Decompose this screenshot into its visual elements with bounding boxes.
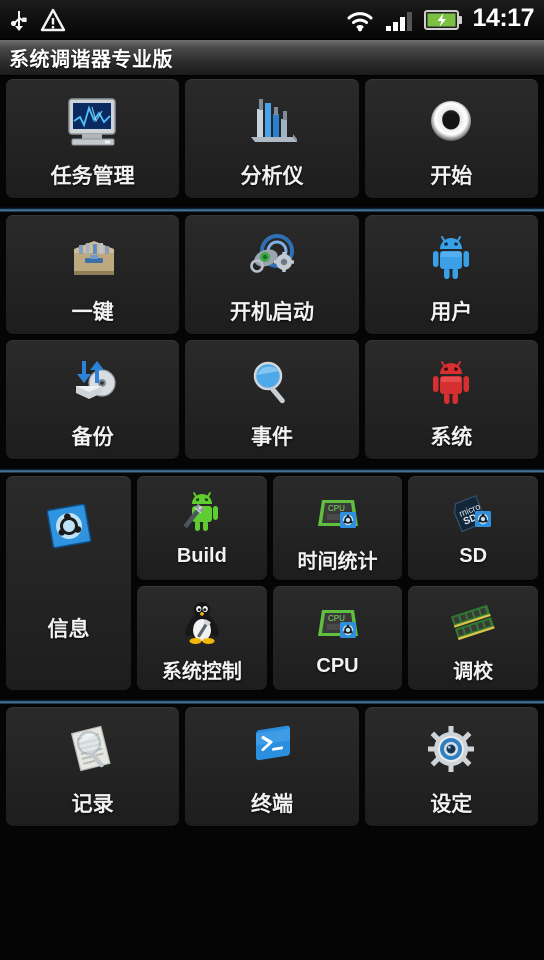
tile-label: 分析仪 xyxy=(240,165,304,188)
tile-grid: 任务管理 分析仪 开始 一键 开机启动 用户 备份 事件 系统 信息 Build… xyxy=(0,76,544,832)
tile-group-4: 记录 终端 设定 xyxy=(0,704,544,832)
tile-label: 任务管理 xyxy=(50,165,135,188)
wifi-icon xyxy=(344,7,376,33)
tile-events[interactable]: 事件 xyxy=(185,340,359,459)
app-root: 14:17 系统调谐器专业版 任务管理 分析仪 开始 一键 开机启动 用户 备份… xyxy=(0,0,544,960)
cpu-chip-icon: CPU xyxy=(311,487,365,539)
tile-row: 备份 事件 系统 xyxy=(0,340,544,465)
tile-label: 开始 xyxy=(430,165,473,188)
android-blue-icon xyxy=(420,228,482,290)
tile-row-group: 信息 Build CPU 时间统计 micro SD SD 系统控制 CPU C… xyxy=(0,476,544,696)
status-bar-right-icons: 14:17 xyxy=(344,4,535,33)
status-bar-clock: 14:17 xyxy=(472,4,535,32)
svg-text:CPU: CPU xyxy=(328,614,345,623)
magnifier-blue-icon xyxy=(241,353,303,415)
tile-label: SD xyxy=(459,545,488,567)
terminal-prompt-icon xyxy=(241,720,303,782)
tile-row: Build CPU 时间统计 micro SD SD xyxy=(137,476,539,580)
tile-terminal[interactable]: 终端 xyxy=(185,707,359,826)
tile-row: 记录 终端 设定 xyxy=(0,707,544,832)
tile-subgrid: Build CPU 时间统计 micro SD SD 系统控制 CPU CPU … xyxy=(137,476,539,690)
tile-row: 任务管理 分析仪 开始 xyxy=(0,79,544,204)
tile-label: 调校 xyxy=(453,661,494,683)
tile-group-2: 一键 开机启动 用户 备份 事件 系统 xyxy=(0,212,544,465)
tile-system-control[interactable]: 系统控制 xyxy=(137,586,267,690)
tile-user[interactable]: 用户 xyxy=(364,215,538,334)
tile-info[interactable]: 信息 xyxy=(6,476,131,690)
tile-label: 一键 xyxy=(71,301,114,324)
tile-label: 时间统计 xyxy=(297,551,378,573)
status-bar-left-icons xyxy=(8,7,66,33)
android-red-icon xyxy=(420,353,482,415)
toolbox-icon xyxy=(62,228,124,290)
cpu-chip-icon: CPU xyxy=(311,597,365,649)
tile-one-key[interactable]: 一键 xyxy=(6,215,180,334)
warning-triangle-icon xyxy=(40,7,66,33)
tile-logs[interactable]: 记录 xyxy=(6,707,180,826)
ram-modules-icon xyxy=(446,597,500,649)
signal-bars-icon xyxy=(385,7,415,33)
document-magnifier-icon xyxy=(62,720,124,782)
tile-tuning[interactable]: 调校 xyxy=(408,586,539,690)
tile-label: 用户 xyxy=(430,301,473,324)
tile-analyzer[interactable]: 分析仪 xyxy=(185,79,359,198)
tile-boot-start[interactable]: 开机启动 xyxy=(185,215,359,334)
tile-label: Build xyxy=(176,545,227,567)
tile-label: 系统控制 xyxy=(161,661,242,683)
status-bar: 14:17 xyxy=(0,0,544,40)
tile-label: 备份 xyxy=(71,426,114,449)
tux-penguin-icon xyxy=(175,597,229,649)
tile-label: 终端 xyxy=(250,793,293,816)
battery-charging-icon xyxy=(423,8,464,32)
app-title: 系统调谐器专业版 xyxy=(9,49,173,71)
tile-label: 开机启动 xyxy=(229,301,314,324)
tile-label: CPU xyxy=(316,655,359,677)
tile-start[interactable]: 开始 xyxy=(364,79,538,198)
tile-settings[interactable]: 设定 xyxy=(364,707,538,826)
monitor-waveform-icon xyxy=(62,92,124,154)
power-ring-icon xyxy=(420,92,482,154)
microsd-card-icon: micro SD xyxy=(446,487,500,539)
tile-group-1: 任务管理 分析仪 开始 xyxy=(0,76,544,204)
tile-group-3: 信息 Build CPU 时间统计 micro SD SD 系统控制 CPU C… xyxy=(0,473,544,696)
tile-label: 事件 xyxy=(250,426,293,449)
tile-label: 信息 xyxy=(47,618,90,641)
title-bar: 系统调谐器专业版 xyxy=(0,40,544,76)
tile-task-manager[interactable]: 任务管理 xyxy=(6,79,180,198)
tile-sd[interactable]: micro SD SD xyxy=(408,476,539,580)
disk-backup-icon xyxy=(62,353,124,415)
tile-build[interactable]: Build xyxy=(137,476,267,580)
tile-label: 系统 xyxy=(430,426,473,449)
tile-label: 记录 xyxy=(71,793,114,816)
bar-chart-icon xyxy=(241,92,303,154)
tile-cpu[interactable]: CPU CPU xyxy=(272,586,403,690)
tile-time-stats[interactable]: CPU 时间统计 xyxy=(272,476,403,580)
tile-backup[interactable]: 备份 xyxy=(6,340,180,459)
android-wrench-icon xyxy=(175,487,229,539)
tile-system[interactable]: 系统 xyxy=(364,340,538,459)
ubuntu-blue-square-icon xyxy=(38,499,100,557)
tile-label: 设定 xyxy=(430,793,473,816)
gear-eye-icon xyxy=(420,720,482,782)
svg-text:CPU: CPU xyxy=(328,504,345,513)
tile-row: 一键 开机启动 用户 xyxy=(0,215,544,340)
usb-icon xyxy=(8,7,30,33)
boot-gears-icon xyxy=(241,228,303,290)
tile-row: 系统控制 CPU CPU 调校 xyxy=(137,586,539,690)
